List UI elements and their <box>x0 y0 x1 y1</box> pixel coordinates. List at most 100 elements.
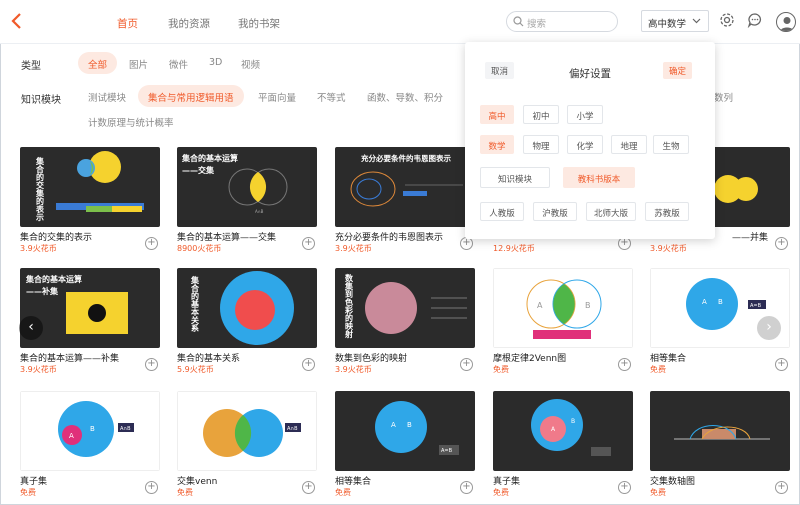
card-price: 免费 <box>493 365 509 374</box>
stage-option-middle[interactable]: 初中 <box>523 105 559 124</box>
resource-card[interactable]: 数集到色彩的映射 数集到色彩的映射 3.9火花币 + <box>335 268 475 378</box>
thumb-label-b: B <box>571 418 575 425</box>
thumb-subtitle: ——补集 <box>26 286 59 296</box>
add-to-shelf-button[interactable]: + <box>460 481 473 494</box>
add-to-shelf-button[interactable]: + <box>302 481 315 494</box>
subject-option-math[interactable]: 数学 <box>480 135 514 154</box>
module-chip-sets-logic[interactable]: 集合与常用逻辑用语 <box>138 85 244 107</box>
add-to-shelf-button[interactable]: + <box>145 358 158 371</box>
thumb-title: 集合的基本运算 <box>181 153 238 163</box>
subject-option-biology[interactable]: 生物 <box>653 135 689 154</box>
resource-card[interactable]: 集合的基本关系 集合的基本关系 5.9火花币 + <box>177 268 317 378</box>
card-title: 相等集合 <box>335 477 372 487</box>
thumb-label-ab: A∩B <box>287 426 298 432</box>
thumb-title: 数集到色彩的映射 <box>344 273 354 339</box>
thumb-label-a: A <box>537 301 543 310</box>
stage-option-primary[interactable]: 小学 <box>567 105 603 124</box>
resource-card[interactable]: 集合的基本运算 ——交集 A∩B 集合的基本运算——交集 8900火花币 + <box>177 147 317 257</box>
tab-home[interactable]: 首页 <box>117 16 138 31</box>
card-price: 免费 <box>20 488 36 497</box>
module-chip-functions[interactable]: 函数、导数、积分 <box>357 85 453 107</box>
card-title: 真子集 <box>493 477 521 487</box>
edition-option-hujiao[interactable]: 沪教版 <box>533 202 577 221</box>
resource-card[interactable]: 集合的交集的表示 集合的交集的表示 3.9火花币 + <box>20 147 160 257</box>
card-price: 3.9火花币 <box>20 244 57 253</box>
card-thumbnail: 数集到色彩的映射 <box>335 268 475 348</box>
subject-option-chemistry[interactable]: 化学 <box>567 135 603 154</box>
resource-card[interactable]: A B A=B 相等集合 免费 + <box>335 391 475 501</box>
thumb-label-equal: A=B <box>441 448 453 454</box>
thumb-label-b: B <box>585 301 591 310</box>
card-price: 免费 <box>335 488 351 497</box>
card-thumbnail: A B <box>493 391 633 471</box>
edition-option-sujiao[interactable]: 苏教版 <box>645 202 689 221</box>
subject-option-geography[interactable]: 地理 <box>611 135 647 154</box>
resource-card[interactable]: A B A∩B 真子集 免费 + <box>20 391 160 501</box>
top-bar: 首页 我的资源 我的书架 搜索 高中数学 <box>0 0 800 44</box>
next-arrow-button[interactable]: › <box>757 316 781 340</box>
card-price: 8900火花币 <box>177 244 222 253</box>
card-price: 3.9火花币 <box>20 365 57 374</box>
add-to-shelf-button[interactable]: + <box>775 481 788 494</box>
tab-my-resources[interactable]: 我的资源 <box>168 16 210 31</box>
resource-card[interactable]: 交集数轴图 免费 + <box>650 391 790 501</box>
card-price: 免费 <box>650 488 666 497</box>
thumb-title: 集合的基本关系 <box>190 275 200 333</box>
card-title: 相等集合 <box>650 354 687 364</box>
card-title: 交集venn <box>177 477 218 487</box>
prev-arrow-button[interactable]: ‹ <box>19 316 43 340</box>
thumb-title: 集合的基本运算 <box>25 274 82 284</box>
thumb-label-a: A <box>391 421 396 429</box>
stage-option-high[interactable]: 高中 <box>480 105 514 124</box>
grade-subject-select[interactable]: 高中数学 <box>641 10 709 32</box>
message-icon[interactable] <box>747 12 763 28</box>
type-chip-image[interactable]: 图片 <box>119 52 158 74</box>
card-thumbnail: 集合的基本关系 <box>177 268 317 348</box>
gear-icon[interactable] <box>719 12 735 28</box>
card-title: 真子集 <box>20 477 48 487</box>
tab-my-bookshelf[interactable]: 我的书架 <box>238 16 280 31</box>
add-to-shelf-button[interactable]: + <box>775 358 788 371</box>
chevron-down-icon <box>692 18 701 24</box>
confirm-button[interactable]: 确定 <box>663 62 693 79</box>
module-chip-test[interactable]: 测试模块 <box>78 85 136 107</box>
edition-option-beishida[interactable]: 北师大版 <box>586 202 636 221</box>
thumb-label-b: B <box>407 421 412 429</box>
avatar[interactable] <box>776 12 796 32</box>
subject-option-physics[interactable]: 物理 <box>523 135 559 154</box>
resource-card[interactable]: A B 真子集 免费 + <box>493 391 633 501</box>
card-price: 12.9火花币 <box>493 244 535 253</box>
edition-option-renjiao[interactable]: 人教版 <box>480 202 524 221</box>
add-to-shelf-button[interactable]: + <box>145 481 158 494</box>
module-chip-counting-stats[interactable]: 计数原理与统计概率 <box>78 110 184 132</box>
type-chip-3d[interactable]: 3D <box>199 52 232 74</box>
card-price: 5.9火花币 <box>177 365 214 374</box>
view-option-knowledge-module[interactable]: 知识模块 <box>480 167 550 188</box>
thumb-label-b: B <box>90 425 95 433</box>
thumb-label-ab: A∩B <box>120 426 131 432</box>
card-thumbnail: A B A∩B <box>20 391 160 471</box>
add-to-shelf-button[interactable]: + <box>302 237 315 250</box>
add-to-shelf-button[interactable]: + <box>618 481 631 494</box>
resource-card[interactable]: 充分必要条件的韦恩图表示 充分必要条件的韦恩图表示 3.9火花币 + <box>335 147 475 257</box>
back-arrow-icon[interactable] <box>9 12 25 30</box>
view-option-textbook-edition[interactable]: 教科书版本 <box>563 167 635 188</box>
card-thumbnail: A B <box>493 268 633 348</box>
add-to-shelf-button[interactable]: + <box>460 358 473 371</box>
module-filter-label: 知识模块 <box>21 95 61 106</box>
resource-card[interactable]: A B 摩根定律2Venn图 免费 + <box>493 268 633 378</box>
search-input[interactable]: 搜索 <box>506 11 618 32</box>
card-price: 3.9火花币 <box>335 365 372 374</box>
type-chip-all[interactable]: 全部 <box>78 52 118 74</box>
resource-card[interactable]: A∩B 交集venn 免费 + <box>177 391 317 501</box>
add-to-shelf-button[interactable]: + <box>775 237 788 250</box>
type-chip-widget[interactable]: 微件 <box>159 52 198 74</box>
type-chip-video[interactable]: 视频 <box>231 52 270 74</box>
card-title: 充分必要条件的韦恩图表示 <box>335 233 444 243</box>
module-chip-inequality[interactable]: 不等式 <box>307 85 356 107</box>
add-to-shelf-button[interactable]: + <box>145 237 158 250</box>
add-to-shelf-button[interactable]: + <box>302 358 315 371</box>
add-to-shelf-button[interactable]: + <box>618 358 631 371</box>
search-placeholder: 搜索 <box>527 19 547 30</box>
module-chip-vectors[interactable]: 平面向量 <box>248 85 306 107</box>
